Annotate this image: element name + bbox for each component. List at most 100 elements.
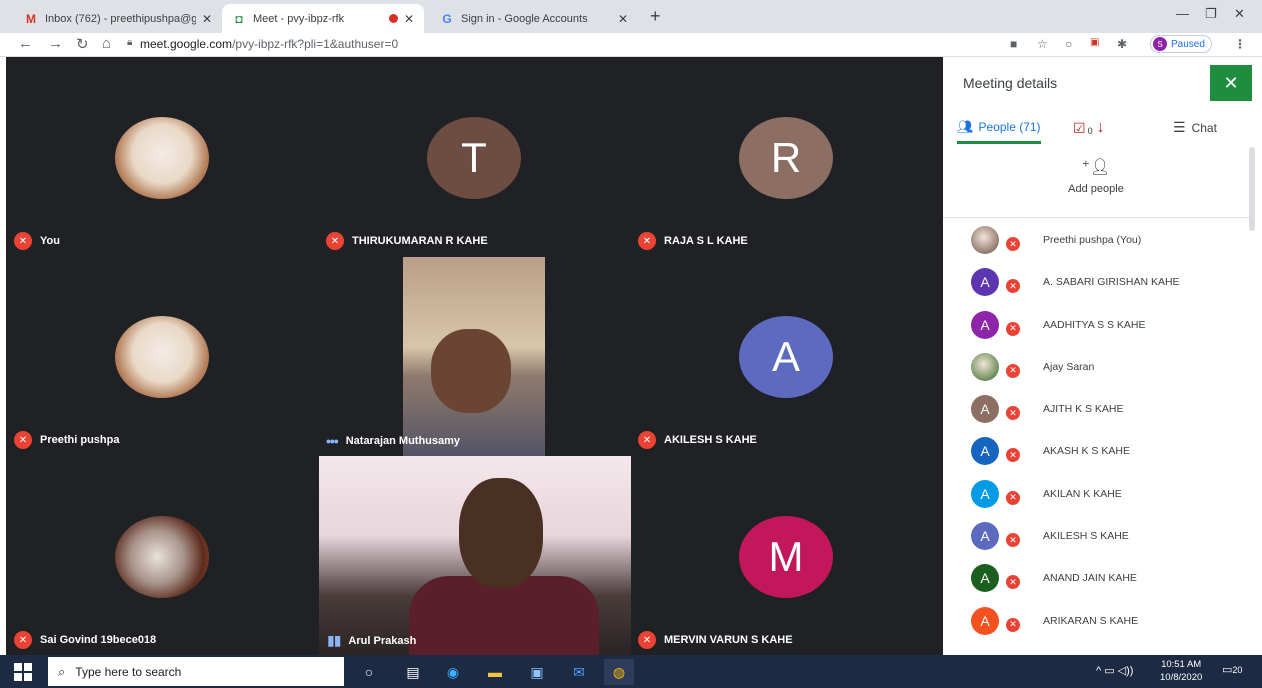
participant-tile[interactable]: ✕ You [6, 57, 318, 256]
close-tab-icon[interactable]: ✕ [404, 12, 414, 26]
menu-kebab-icon[interactable]: ⋮ [1234, 37, 1246, 51]
restore-icon[interactable]: ❐ [1205, 6, 1217, 22]
people-list: ✕ Preethi pushpa (You) A ✕ A. SABARI GIRISHA… [943, 222, 1249, 645]
arrow-down-icon: ↓ [1096, 119, 1105, 136]
avatar [115, 117, 209, 199]
tab-chat[interactable]: ☰ Chat [1173, 119, 1217, 136]
chat-tab-label: Chat [1191, 120, 1217, 135]
tab-title: Inbox (762) - preethipushpa@gm [45, 12, 196, 25]
avatar: A [971, 310, 999, 339]
participant-tile[interactable]: A ✕ AKILESH S KAHE [630, 256, 942, 455]
avatar: M [739, 516, 833, 598]
lock-icon[interactable]: 🔒︎ [127, 37, 132, 48]
mic-off-icon: ✕ [638, 431, 656, 449]
participant-video[interactable]: ▮▮ Arul Prakash [319, 456, 631, 655]
list-item[interactable]: A ✕ ANAND JAIN KAHE [943, 560, 1249, 602]
mic-off-icon: ✕ [1004, 531, 1022, 550]
time: 10:51 AM [1161, 659, 1202, 670]
participant-name: AKILAN K KAHE [1043, 487, 1122, 500]
camera-icon[interactable]: ■ [1010, 37, 1017, 51]
system-tray-icons[interactable]: ^ ▭ ◁)) [1096, 664, 1133, 677]
people-tab-label: People (71) [978, 120, 1041, 134]
bookmark-star-icon[interactable]: ☆ [1037, 37, 1048, 51]
participant-name: AKASH K S KAHE [1043, 445, 1130, 458]
new-tab-button[interactable]: + [650, 6, 661, 27]
participant-name: You [40, 235, 60, 247]
file-explorer-icon[interactable]: ▬ [484, 661, 506, 683]
participant-tile[interactable]: ✕ Sai Govind 19bece018 [6, 456, 318, 655]
back-icon[interactable]: ← [18, 35, 33, 52]
mic-off-icon: ✕ [1004, 404, 1022, 423]
avatar: T [427, 117, 521, 199]
participant-tile[interactable]: T ✕ THIRUKUMARAN R KAHE [318, 57, 630, 256]
minimize-icon[interactable]: — [1176, 6, 1189, 21]
mic-off-icon: ✕ [1004, 277, 1022, 296]
close-window-icon[interactable]: ✕ [1234, 6, 1245, 22]
list-item[interactable]: ✕ Ajay Saran [943, 349, 1249, 391]
avatar: A [739, 316, 833, 398]
add-person-icon: ⁺👤︎ [1081, 159, 1111, 176]
participant-tile[interactable]: R ✕ RAJA S L KAHE [630, 57, 942, 256]
notification-count: 20 [1232, 665, 1243, 675]
avatar: A [971, 395, 999, 424]
extension-circle-icon[interactable]: ○ [1065, 37, 1072, 51]
tab-tasks[interactable]: ☑ 0 ↓ [1073, 119, 1105, 137]
profile-status: Paused [1171, 38, 1205, 50]
list-item[interactable]: A ✕ AJITH K S KAHE [943, 391, 1249, 433]
mic-off-icon: ✕ [1004, 361, 1022, 380]
panel-scrollbar[interactable] [1249, 147, 1255, 231]
list-item[interactable]: ✕ Preethi pushpa (You) [943, 222, 1249, 264]
edge-icon[interactable]: ◉ [442, 661, 464, 683]
list-item[interactable]: A ✕ AKASH K S KAHE [943, 433, 1249, 475]
mail-icon[interactable]: ✉ [568, 661, 590, 683]
participant-name: AJITH K S KAHE [1043, 403, 1124, 416]
list-item[interactable]: A ✕ ARIKARAN S KAHE [943, 603, 1249, 645]
windows-start-icon[interactable] [14, 663, 32, 681]
extension-red-icon[interactable]: ▣ [1090, 37, 1099, 48]
cortana-icon[interactable]: ○ [358, 661, 380, 683]
tab-title: Meet - pvy-ibpz-rfk [253, 12, 345, 25]
store-icon[interactable]: ▣ [526, 661, 548, 683]
add-people-label: Add people [1068, 183, 1124, 195]
participant-name: Arul Prakash [348, 634, 417, 647]
list-item[interactable]: A ✕ A. SABARI GIRISHAN KAHE [943, 264, 1249, 306]
list-item[interactable]: A ✕ AADHITYA S S KAHE [943, 307, 1249, 349]
add-people-button[interactable]: ⁺👤︎ Add people [943, 157, 1249, 215]
mic-off-icon: ✕ [14, 631, 32, 649]
mic-off-icon: ✕ [638, 232, 656, 250]
url-path: /pvy-ibpz-rfk?pli=1&authuser=0 [232, 37, 399, 51]
participant-video[interactable] [403, 257, 545, 456]
close-tab-icon[interactable]: ✕ [618, 12, 628, 26]
chrome-icon[interactable]: ◍ [604, 659, 634, 685]
tab-people[interactable]: 👥︎ People (71) [957, 119, 1041, 135]
mic-off-icon: ✕ [1004, 615, 1022, 634]
meeting-grid: ✕ You T ✕ THIRUKUMARAN R KAHE R ✕ RAJA S L … [6, 57, 943, 655]
participant-name: A. SABARI GIRISHAN KAHE [1043, 276, 1180, 289]
forward-icon[interactable]: → [48, 35, 63, 52]
close-tab-icon[interactable]: ✕ [202, 12, 212, 26]
notifications-icon[interactable]: ▭20 [1222, 663, 1242, 676]
avatar: A [971, 564, 999, 593]
participant-tile[interactable]: M ✕ MERVIN VARUN S KAHE [630, 456, 942, 655]
list-item[interactable]: A ✕ AKILAN K KAHE [943, 476, 1249, 518]
tab-google-accounts[interactable]: G Sign in - Google Accounts ✕ [430, 4, 638, 33]
home-icon[interactable]: ⌂ [102, 35, 111, 52]
tab-meet[interactable]: ◘ Meet - pvy-ibpz-rfk ✕ [222, 4, 424, 33]
mic-off-icon: ✕ [1004, 235, 1022, 253]
reload-icon[interactable]: ↻ [76, 35, 89, 53]
taskbar-search-box[interactable]: ⌕ Type here to search [48, 657, 344, 686]
clock[interactable]: 10:51 AM 10/8/2020 [1160, 658, 1202, 684]
url-field[interactable]: meet.google.com/pvy-ibpz-rfk?pli=1&authu… [140, 37, 398, 51]
task-view-icon[interactable]: ▤ [402, 661, 424, 683]
profile-button[interactable]: S Paused [1150, 35, 1212, 53]
extensions-puzzle-icon[interactable]: ✱ [1117, 37, 1127, 51]
tab-gmail[interactable]: M Inbox (762) - preethipushpa@gm ✕ [14, 4, 222, 33]
address-bar: ← → ↻ ⌂ 🔒︎ meet.google.com/pvy-ibpz-rfk?… [0, 33, 1262, 57]
task-check-icon: ☑ [1073, 119, 1086, 136]
close-panel-button[interactable]: ✕ [1210, 65, 1252, 101]
list-item[interactable]: A ✕ AKILESH S KAHE [943, 518, 1249, 560]
participant-tile[interactable]: ✕ Preethi pushpa [6, 256, 318, 455]
chat-icon: ☰ [1173, 119, 1186, 135]
participant-name: AKILESH S KAHE [1043, 530, 1129, 543]
mic-off-icon: ✕ [1004, 488, 1022, 507]
